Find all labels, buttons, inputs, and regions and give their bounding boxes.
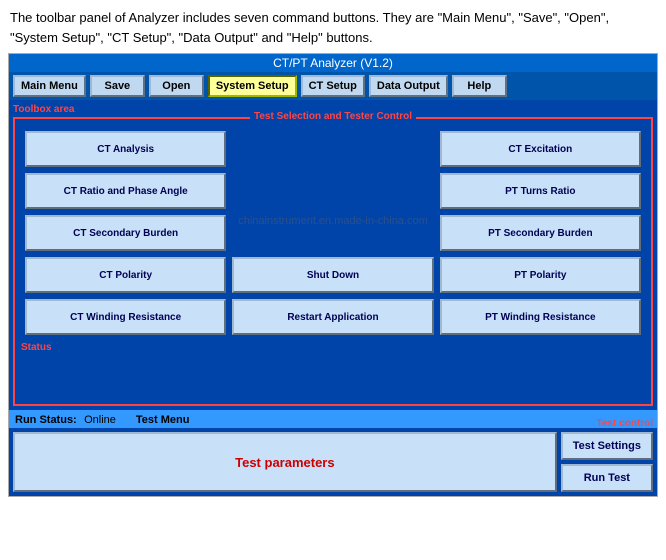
- run-status-label: Run Status:: [15, 414, 77, 426]
- help-button[interactable]: Help: [452, 75, 507, 97]
- main-area: Toolbox area Test Selection and Tester C…: [9, 100, 657, 410]
- test-settings-button[interactable]: Test Settings: [561, 432, 653, 460]
- test-selection-box: Test Selection and Tester Control CT Ana…: [13, 117, 653, 406]
- toolbox-area: Toolbox area Test Selection and Tester C…: [13, 104, 653, 406]
- data-output-button[interactable]: Data Output: [369, 75, 448, 97]
- empty-cell-1: [232, 131, 433, 167]
- ct-ratio-phase-button[interactable]: CT Ratio and Phase Angle: [25, 173, 226, 209]
- ct-polarity-button[interactable]: CT Polarity: [25, 257, 226, 293]
- test-control-label: Test control: [597, 418, 653, 429]
- right-controls: Test control Test Settings Run Test: [561, 432, 653, 492]
- toolbar: Main Menu Save Open System Setup CT Setu…: [9, 72, 657, 100]
- open-button[interactable]: Open: [149, 75, 204, 97]
- description-text: The toolbar panel of Analyzer includes s…: [0, 0, 666, 53]
- ct-analysis-button[interactable]: CT Analysis: [25, 131, 226, 167]
- restart-application-button[interactable]: Restart Application: [232, 299, 433, 335]
- shut-down-button[interactable]: Shut Down: [232, 257, 433, 293]
- grid-buttons: CT Analysis CT Excitation CT Ratio and P…: [21, 125, 645, 339]
- test-menu: Test Menu: [136, 412, 190, 426]
- save-button[interactable]: Save: [90, 75, 145, 97]
- window-title: CT/PT Analyzer (V1.2): [273, 56, 393, 70]
- empty-cell-2: [232, 173, 433, 209]
- app-window: CT/PT Analyzer (V1.2) Main Menu Save Ope…: [8, 53, 658, 497]
- system-setup-button[interactable]: System Setup: [208, 75, 297, 97]
- ct-excitation-button[interactable]: CT Excitation: [440, 131, 641, 167]
- run-status-value: Online: [84, 414, 116, 426]
- run-status: Run Status: Online: [15, 412, 116, 426]
- pt-polarity-button[interactable]: PT Polarity: [440, 257, 641, 293]
- ct-winding-resistance-button[interactable]: CT Winding Resistance: [25, 299, 226, 335]
- status-label: Status: [21, 342, 52, 353]
- status-area-label-bottom: Status: [21, 339, 645, 353]
- ct-secondary-burden-button[interactable]: CT Secondary Burden: [25, 215, 226, 251]
- run-test-button[interactable]: Run Test: [561, 464, 653, 492]
- test-selection-title: Test Selection and Tester Control: [250, 111, 416, 122]
- pt-turns-ratio-button[interactable]: PT Turns Ratio: [440, 173, 641, 209]
- status-bar: Run Status: Online Test Menu: [9, 410, 657, 428]
- test-parameters-button[interactable]: Test parameters: [13, 432, 557, 492]
- pt-secondary-burden-button[interactable]: PT Secondary Burden: [440, 215, 641, 251]
- bottom-area: Test parameters Test control Test Settin…: [9, 428, 657, 496]
- empty-cell-3: [232, 215, 433, 251]
- main-menu-button[interactable]: Main Menu: [13, 75, 86, 97]
- ct-setup-button[interactable]: CT Setup: [301, 75, 365, 97]
- title-bar: CT/PT Analyzer (V1.2): [9, 54, 657, 72]
- test-menu-label: Test Menu: [136, 414, 190, 426]
- pt-winding-resistance-button[interactable]: PT Winding Resistance: [440, 299, 641, 335]
